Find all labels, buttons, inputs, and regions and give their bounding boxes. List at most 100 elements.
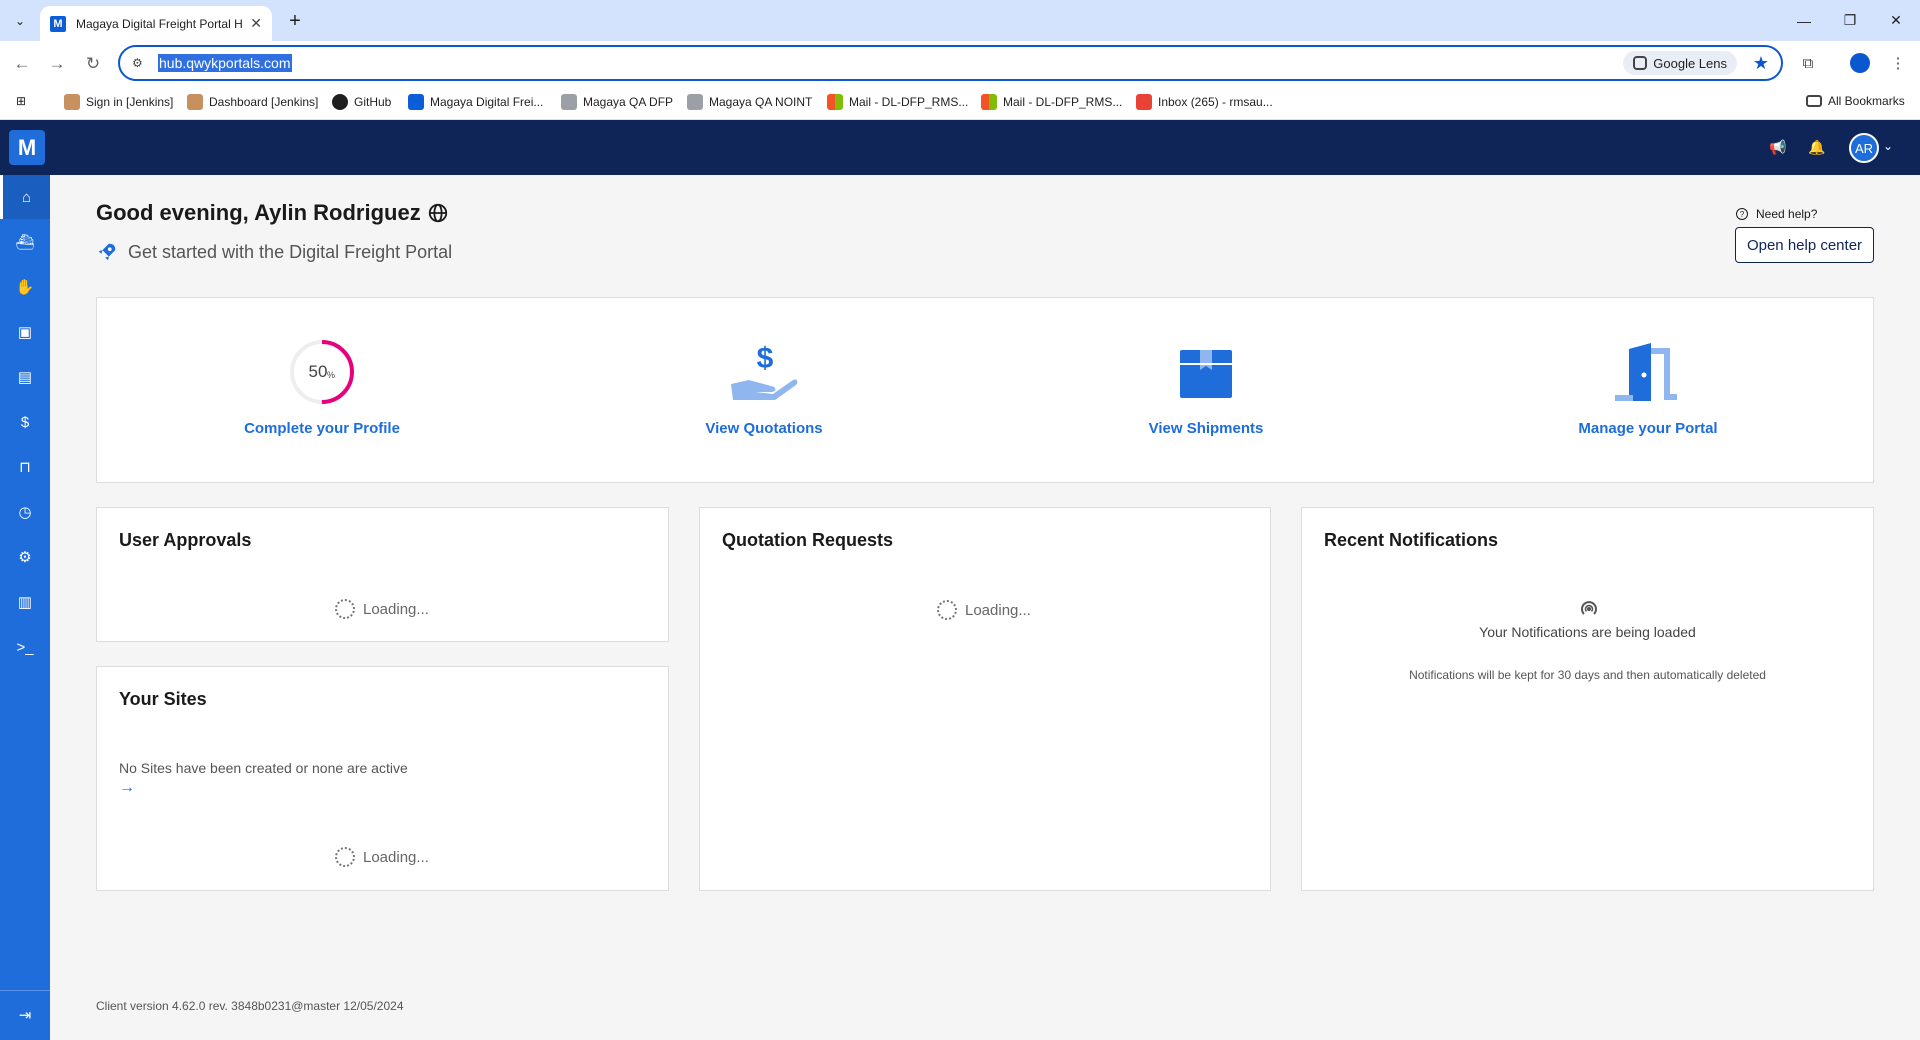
manage-portal-action[interactable]: Manage your Portal (1548, 334, 1748, 437)
quick-action-label: View Shipments (1148, 420, 1264, 437)
chevron-down-icon[interactable]: ⌄ (1883, 139, 1893, 153)
site-settings-icon[interactable]: ⚙ (132, 56, 150, 70)
bookmark-item[interactable]: Magaya QA DFP (561, 94, 673, 110)
tab-close-icon[interactable]: ✕ (250, 15, 262, 32)
bookmark-item[interactable]: Mail - DL-DFP_RMS... (827, 94, 968, 110)
sidebar-item-settings[interactable]: ⚙ (0, 535, 50, 579)
shipment-box-icon (1180, 350, 1232, 398)
document-icon: ▤ (17, 369, 33, 386)
tab-search-button[interactable]: ⌄ (8, 9, 32, 33)
terminal-icon: >_ (16, 638, 34, 656)
extensions-icon[interactable]: ⧉ (1796, 51, 1820, 75)
browser-menu-icon[interactable]: ⋮ (1886, 51, 1910, 75)
progress-value: 50 (309, 362, 328, 381)
loading-indicator: Loading... (335, 599, 429, 619)
globe-icon[interactable] (427, 202, 449, 224)
new-tab-button[interactable]: + (282, 8, 308, 34)
quick-action-label: Complete your Profile (244, 420, 400, 437)
sidebar-item-shipments[interactable]: ⛴ (0, 220, 50, 264)
address-bar[interactable]: ⚙ hub.qwykportals.com Google Lens ★ (118, 45, 1783, 81)
quick-actions-card: 50 % Complete your Profile $ View Quotat… (96, 297, 1874, 483)
sidebar-item-documents[interactable]: ▤ (0, 355, 50, 399)
bookmark-label: Mail - DL-DFP_RMS... (1003, 95, 1123, 109)
complete-profile-action[interactable]: 50 % Complete your Profile (222, 334, 422, 437)
bookmark-star-icon[interactable]: ★ (1753, 53, 1769, 74)
all-bookmarks-button[interactable]: All Bookmarks (1806, 94, 1905, 108)
profile-button[interactable] (1848, 51, 1872, 75)
bookmark-item[interactable]: GitHub (332, 94, 391, 110)
lens-icon (1633, 56, 1648, 70)
progress-unit: % (327, 370, 335, 380)
avatar[interactable]: AR (1849, 133, 1879, 163)
bookmark-item[interactable]: Sign in [Jenkins] (64, 94, 173, 110)
loading-text: Loading... (363, 600, 429, 618)
loading-indicator: Loading... (335, 847, 429, 867)
spinner-icon (335, 599, 355, 619)
forward-button[interactable]: → (44, 51, 70, 77)
sidebar-item-quotations[interactable]: ✋ (0, 265, 50, 309)
loading-text: Loading... (965, 601, 1031, 619)
apps-grid-icon[interactable]: ⊞ (16, 94, 26, 108)
bell-icon[interactable]: 🔔 (1807, 137, 1827, 157)
sidebar-item-library[interactable]: ▥ (0, 580, 50, 624)
card-title: Quotation Requests (722, 530, 894, 550)
sidebar-item-portal[interactable]: ⊓ (0, 445, 50, 489)
sidebar-expand-button[interactable]: ⇥ (0, 993, 50, 1037)
sidebar-item-billing[interactable]: $ (0, 400, 50, 444)
bookmark-item[interactable]: Inbox (265) - rmsau... (1136, 94, 1273, 110)
lens-label: Google Lens (1653, 55, 1727, 71)
app-header: M 📢 🔔 AR ⌄ (0, 120, 1920, 175)
open-help-center-button[interactable]: Open help center (1735, 227, 1874, 263)
minimize-button[interactable]: — (1781, 0, 1827, 41)
gear-icon: ⚙ (18, 549, 32, 566)
page-title: Good evening, Aylin Rodriguez (96, 200, 449, 226)
microsoft-icon (827, 94, 843, 110)
reload-icon: ↻ (85, 54, 101, 73)
sidebar-item-packages[interactable]: ▣ (0, 310, 50, 354)
package-icon: ▣ (17, 324, 33, 341)
url-text[interactable]: hub.qwykportals.com (158, 54, 292, 72)
spinner-icon (335, 847, 355, 867)
restore-button[interactable]: ❐ (1827, 0, 1873, 41)
browser-tab[interactable]: M Magaya Digital Freight Portal H ✕ (40, 6, 272, 41)
microsoft-icon (981, 94, 997, 110)
question-icon: ? (1736, 208, 1748, 220)
svg-text:$: $ (757, 342, 774, 375)
bookmark-item[interactable]: Magaya Digital Frei... (408, 94, 543, 110)
bookmark-item[interactable]: Dashboard [Jenkins] (187, 94, 318, 110)
reload-button[interactable]: ↻ (80, 51, 106, 77)
subtitle-text: Get started with the Digital Freight Por… (128, 241, 453, 262)
view-shipments-action[interactable]: View Shipments (1106, 334, 1306, 437)
view-quotations-action[interactable]: $ View Quotations (664, 334, 864, 437)
clock-icon: ◷ (18, 504, 32, 521)
card-title: Your Sites (119, 689, 207, 709)
quotation-hand-icon: $ (731, 342, 798, 400)
sidebar-item-terminal[interactable]: >_ (0, 625, 50, 669)
browser-tabstrip: ⌄ M Magaya Digital Freight Portal H ✕ + … (0, 0, 1920, 41)
google-lens-button[interactable]: Google Lens (1623, 51, 1737, 75)
bookmark-label: Sign in [Jenkins] (86, 95, 174, 109)
close-window-button[interactable]: ✕ (1873, 0, 1919, 41)
greeting-text: Good evening, Aylin Rodriguez (96, 200, 421, 225)
jenkins-icon (64, 94, 80, 110)
magaya-m-icon (561, 94, 577, 110)
announcements-icon[interactable]: 📢 (1768, 137, 1788, 157)
need-help-label: ? Need help? (1736, 207, 1817, 221)
quick-action-label: View Quotations (705, 420, 823, 437)
back-button[interactable]: ← (9, 51, 35, 77)
sidebar-item-home[interactable]: ⌂ (0, 175, 50, 219)
bookmark-label: GitHub (354, 95, 392, 109)
notifications-note: Notifications will be kept for 30 days a… (1409, 668, 1766, 682)
bookmark-item[interactable]: Magaya QA NOINT (687, 94, 812, 110)
chevron-down-icon: ⌄ (14, 14, 26, 28)
card-title: User Approvals (119, 530, 252, 550)
sidebar-item-history[interactable]: ◷ (0, 490, 50, 534)
loading-text: Loading... (363, 848, 429, 866)
back-arrow-icon: ← (13, 54, 31, 73)
quotation-requests-card: Quotation Requests Loading... (699, 507, 1271, 891)
github-icon (332, 94, 348, 110)
arrow-right-icon[interactable]: → (119, 779, 135, 797)
magaya-logo[interactable]: M (9, 130, 45, 165)
bookmark-label: Magaya QA NOINT (709, 95, 813, 109)
bookmark-item[interactable]: Mail - DL-DFP_RMS... (981, 94, 1122, 110)
